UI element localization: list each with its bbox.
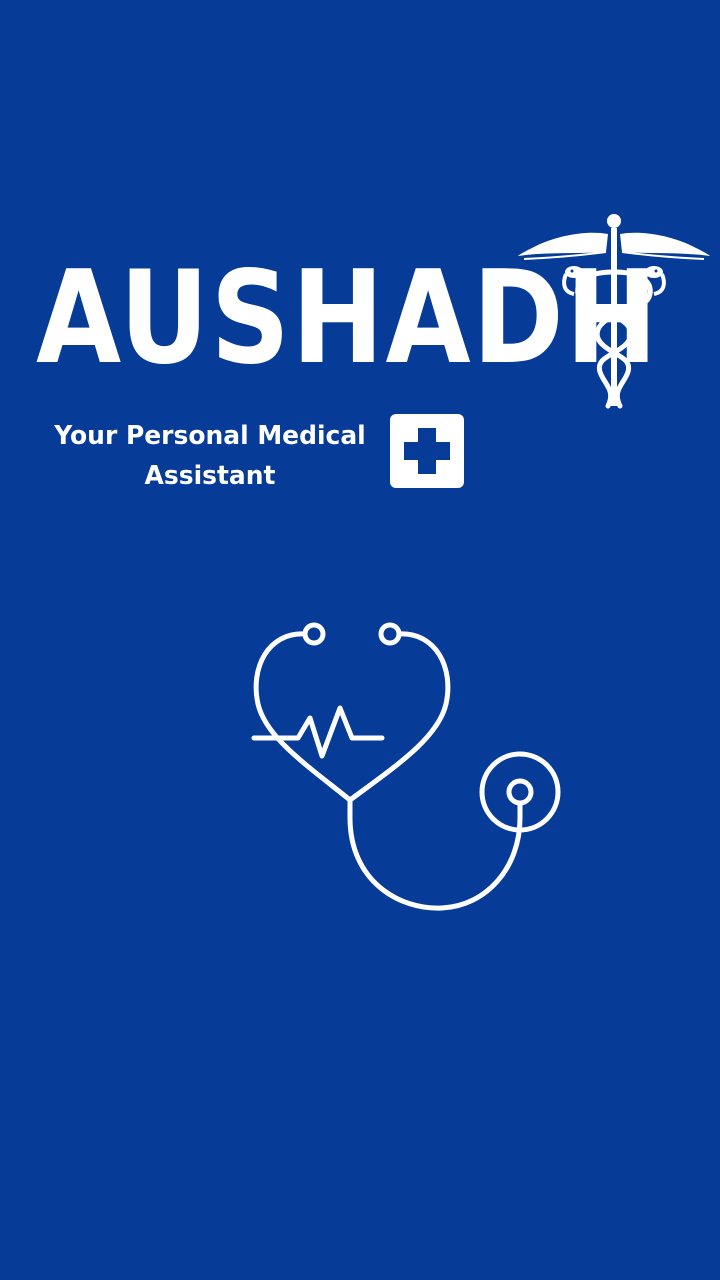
tagline: Your Personal Medical Assistant [37,416,383,496]
medical-cross-icon [390,414,464,488]
tagline-line-2: Assistant [144,461,276,491]
caduceus-icon [518,214,710,409]
tagline-line-1: Your Personal Medical [54,421,366,451]
splash-screen: AUSHADH Your Personal Medical Assistant [0,0,720,1280]
stethoscope-icon [251,622,561,911]
